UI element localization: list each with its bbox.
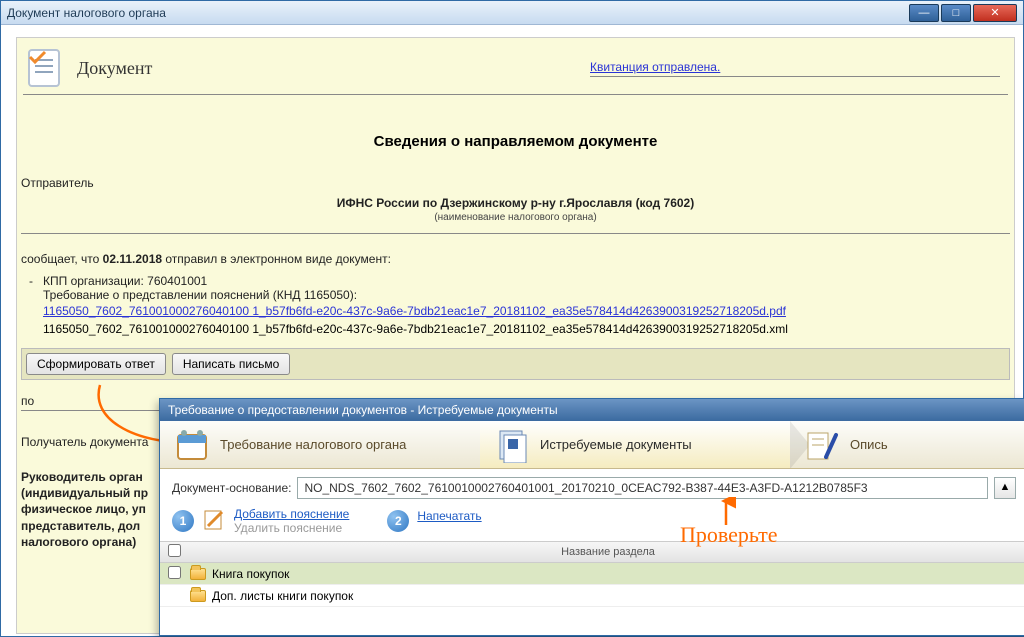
- write-letter-button[interactable]: Написать письмо: [172, 353, 290, 375]
- step-number-1-icon: 1: [172, 510, 194, 532]
- table-row[interactable]: Доп. листы книги покупок: [160, 585, 1024, 607]
- docbase-up-button[interactable]: ▲: [994, 477, 1016, 499]
- popup-titlebar[interactable]: Требование о предоставлении документов -…: [160, 399, 1024, 421]
- add-note-link[interactable]: Добавить пояснение: [234, 507, 349, 521]
- sender-block: ИФНС России по Дзержинскому р-ну г.Яросл…: [21, 190, 1010, 234]
- documents-icon: [494, 427, 530, 463]
- dash-icon: -: [29, 274, 33, 288]
- document-heading: Документ: [77, 58, 590, 79]
- msg-date: 02.11.2018: [103, 252, 162, 266]
- wizard-step-1-label: Требование налогового органа: [220, 437, 406, 452]
- wizard-steps: Требование налогового органа Истребуемые…: [160, 421, 1024, 469]
- folder-icon: [190, 568, 206, 580]
- edit-note-icon: [202, 508, 226, 535]
- row-label: Книга покупок: [212, 567, 289, 581]
- popup-window: Требование о предоставлении документов -…: [159, 398, 1024, 636]
- row-checkbox[interactable]: [168, 566, 181, 579]
- table-row[interactable]: Книга покупок: [160, 563, 1024, 585]
- row-label: Доп. листы книги покупок: [212, 589, 353, 603]
- step-number-2-icon: 2: [387, 510, 409, 532]
- msg-suffix: отправил в электронном виде документ:: [162, 252, 391, 266]
- calendar-icon: [174, 427, 210, 463]
- select-all-checkbox[interactable]: [168, 544, 181, 557]
- folder-icon: [190, 590, 206, 602]
- actions-row: 1 Добавить пояснение Удалить пояснение 2…: [160, 507, 1024, 541]
- docbase-label: Документ-основание:: [172, 481, 291, 495]
- minimize-button[interactable]: —: [909, 4, 939, 22]
- document-icon: [23, 46, 67, 90]
- receipt-sent-link[interactable]: Квитанция отправлена.: [590, 60, 720, 76]
- delete-note-link: Удалить пояснение: [234, 521, 349, 535]
- section-title: Сведения о направляемом документе: [17, 101, 1014, 176]
- receipt-link-wrap: Квитанция отправлена.: [590, 60, 1000, 77]
- requirement-line: Требование о представлении пояснений (КН…: [43, 288, 1010, 302]
- wizard-step-3-label: Опись: [850, 437, 888, 452]
- header-checkbox-cell: [168, 544, 188, 560]
- note-actions: Добавить пояснение Удалить пояснение: [234, 507, 349, 535]
- sender-label: Отправитель: [21, 176, 1010, 190]
- message-line: сообщает, что 02.11.2018 отправил в элек…: [21, 236, 1010, 272]
- window-control-group: — □ ✕: [909, 4, 1017, 22]
- action-button-row: Сформировать ответ Написать письмо: [21, 348, 1010, 380]
- sender-sublabel: (наименование налогового органа): [21, 210, 1010, 223]
- xml-file-text: 1165050_7602_761001000276040100 1_b57fb6…: [43, 320, 788, 338]
- wizard-step-2[interactable]: Истребуемые документы: [480, 421, 790, 468]
- form-answer-button[interactable]: Сформировать ответ: [26, 353, 166, 375]
- grid-header: Название раздела: [160, 541, 1024, 563]
- wizard-step-2-label: Истребуемые документы: [540, 437, 692, 452]
- list-pen-icon: [804, 427, 840, 463]
- docbase-input[interactable]: [297, 477, 988, 499]
- files-block: - КПП организации: 760401001 Требование …: [21, 272, 1010, 344]
- popup-title: Требование о предоставлении документов -…: [168, 403, 558, 417]
- wizard-step-3[interactable]: Опись: [790, 421, 1024, 468]
- outer-titlebar[interactable]: Документ налогового органа — □ ✕: [1, 1, 1023, 25]
- outer-window-title: Документ налогового органа: [7, 6, 909, 20]
- maximize-button[interactable]: □: [941, 4, 971, 22]
- msg-prefix: сообщает, что: [21, 252, 103, 266]
- sender-name: ИФНС России по Дзержинскому р-ну г.Яросл…: [21, 192, 1010, 210]
- header-divider: [23, 94, 1008, 95]
- wizard-step-1[interactable]: Требование налогового органа: [160, 421, 480, 468]
- docbase-row: Документ-основание: ▲: [160, 469, 1024, 507]
- print-link[interactable]: Напечатать: [417, 509, 481, 523]
- kpp-line: КПП организации: 760401001: [43, 274, 1010, 288]
- pdf-file-link[interactable]: 1165050_7602_761001000276040100 1_b57fb6…: [43, 302, 786, 320]
- document-header: Документ Квитанция отправлена.: [17, 38, 1014, 92]
- column-section-name[interactable]: Название раздела: [188, 546, 1024, 558]
- close-button[interactable]: ✕: [973, 4, 1017, 22]
